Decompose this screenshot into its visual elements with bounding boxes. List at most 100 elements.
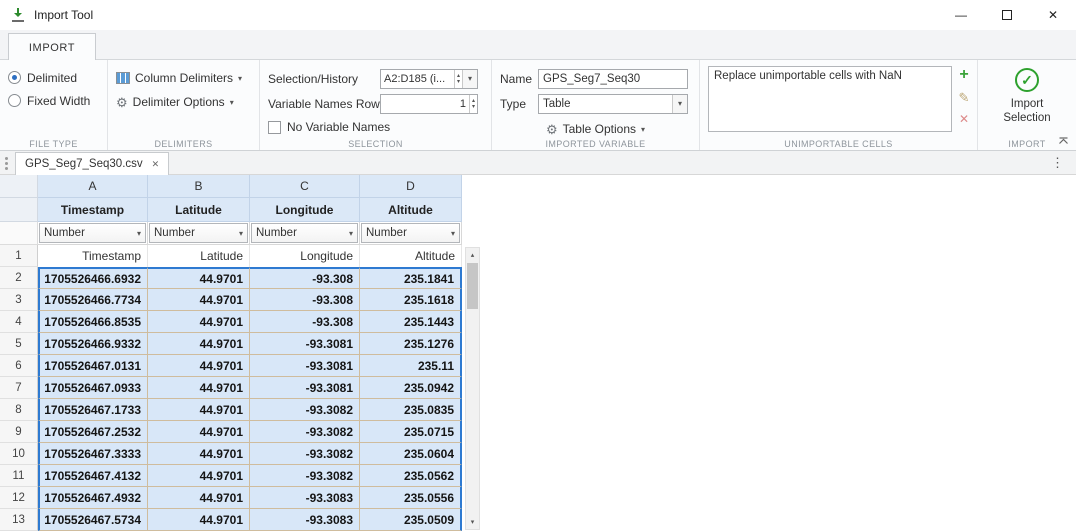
type-select-d[interactable]: Number▾ [360,222,462,245]
delete-rule-icon[interactable]: ✕ [959,113,969,125]
cell[interactable]: 1705526467.5734 [38,509,148,531]
cell[interactable]: 1705526467.4932 [38,487,148,509]
maximize-button[interactable] [984,0,1030,30]
variable-name-d[interactable]: Altitude [360,198,462,222]
cell[interactable]: 44.9701 [148,377,250,399]
column-header-a[interactable]: A [38,175,148,198]
type-select-c[interactable]: Number▾ [250,222,360,245]
cell[interactable]: 44.9701 [148,399,250,421]
row-number[interactable]: 8 [0,399,38,421]
tab-import[interactable]: IMPORT [8,33,96,61]
cell[interactable]: 1705526467.0131 [38,355,148,377]
row-number[interactable]: 4 [0,311,38,333]
type-select-control[interactable]: Number▾ [361,223,460,243]
unimportable-rule-item[interactable]: Replace unimportable cells with NaN [714,70,902,82]
scroll-up-icon[interactable]: ▴ [466,248,479,262]
cell[interactable]: 235.1443 [360,311,462,333]
cell[interactable]: 44.9701 [148,355,250,377]
column-delimiters-button[interactable]: Column Delimiters ▾ [116,66,251,90]
variable-name-b[interactable]: Latitude [148,198,250,222]
cell[interactable]: 1705526467.4132 [38,465,148,487]
cell[interactable]: 44.9701 [148,333,250,355]
cell[interactable]: 235.1618 [360,289,462,311]
cell[interactable]: 235.0835 [360,399,462,421]
panel-grip-icon[interactable] [5,157,8,160]
type-select-control[interactable]: Number▾ [39,223,146,243]
variable-names-row-input[interactable]: 1 ▴▾ [380,94,478,114]
cell[interactable]: -93.308 [250,267,360,289]
cell[interactable]: 235.0715 [360,421,462,443]
row-number[interactable]: 6 [0,355,38,377]
cell[interactable]: Latitude [148,245,250,267]
row-number[interactable]: 9 [0,421,38,443]
minimize-button[interactable]: — [938,0,984,30]
cell[interactable]: -93.308 [250,289,360,311]
collapse-ribbon-icon[interactable] [1058,136,1069,145]
cell[interactable]: -93.3083 [250,509,360,531]
cell[interactable]: 1705526467.0933 [38,377,148,399]
row-number[interactable]: 1 [0,245,38,267]
cell[interactable]: -93.3083 [250,487,360,509]
unimportable-rules-list[interactable]: Replace unimportable cells with NaN [708,66,952,132]
cell[interactable]: -93.308 [250,311,360,333]
type-select-control[interactable]: Number▾ [149,223,248,243]
cell[interactable]: 235.0604 [360,443,462,465]
table-options-button[interactable]: ⚙ Table Options ▾ [500,117,691,141]
cell[interactable]: -93.3082 [250,399,360,421]
cell[interactable]: 1705526466.6932 [38,267,148,289]
cell[interactable]: 1705526467.3333 [38,443,148,465]
cell[interactable]: 235.11 [360,355,462,377]
row-number[interactable]: 12 [0,487,38,509]
cell[interactable]: -93.3081 [250,377,360,399]
cell[interactable]: 44.9701 [148,311,250,333]
variable-name-a[interactable]: Timestamp [38,198,148,222]
overflow-menu-icon[interactable]: ⋮ [1051,155,1064,171]
cell[interactable]: 235.0509 [360,509,462,531]
cell[interactable]: 44.9701 [148,289,250,311]
cell[interactable]: -93.3082 [250,465,360,487]
cell[interactable]: 1705526466.8535 [38,311,148,333]
edit-rule-icon[interactable]: ✎ [959,91,970,104]
chevron-down-icon[interactable]: ▾ [462,70,477,88]
variable-name-input[interactable]: GPS_Seg7_Seq30 [538,69,688,89]
cell[interactable]: -93.3081 [250,333,360,355]
type-select-b[interactable]: Number▾ [148,222,250,245]
row-number[interactable]: 3 [0,289,38,311]
cell[interactable]: 1705526466.9332 [38,333,148,355]
cell[interactable]: 1705526467.2532 [38,421,148,443]
row-number[interactable]: 5 [0,333,38,355]
import-selection-button[interactable]: ✓ Import Selection [995,68,1059,125]
cell[interactable]: -93.3081 [250,355,360,377]
cell[interactable]: 235.1841 [360,267,462,289]
radio-fixed-width[interactable]: Fixed Width [8,89,99,112]
type-select-control[interactable]: Number▾ [251,223,358,243]
output-type-select[interactable]: Table ▾ [538,94,688,114]
cell[interactable]: 1705526467.1733 [38,399,148,421]
scroll-down-icon[interactable]: ▾ [466,515,479,529]
cell[interactable]: 235.0942 [360,377,462,399]
cell[interactable]: 235.0562 [360,465,462,487]
cell[interactable]: 235.0556 [360,487,462,509]
column-header-d[interactable]: D [360,175,462,198]
cell[interactable]: -93.3082 [250,421,360,443]
cell[interactable]: 44.9701 [148,487,250,509]
radio-delimited[interactable]: Delimited [8,66,99,89]
row-number[interactable]: 10 [0,443,38,465]
cell[interactable]: 44.9701 [148,421,250,443]
cell[interactable]: Longitude [250,245,360,267]
row-number[interactable]: 13 [0,509,38,531]
cell[interactable]: 1705526466.7734 [38,289,148,311]
spinner-icon[interactable]: ▴▾ [454,70,462,88]
vertical-scrollbar[interactable]: ▴ ▾ [465,247,480,530]
cell[interactable]: Timestamp [38,245,148,267]
scrollbar-thumb[interactable] [467,263,478,309]
column-header-b[interactable]: B [148,175,250,198]
cell[interactable]: 44.9701 [148,465,250,487]
document-tab[interactable]: GPS_Seg7_Seq30.csv ✕ [15,152,169,176]
selection-history-combo[interactable]: A2:D185 (i... ▴▾ ▾ [380,69,478,89]
cell[interactable]: -93.3082 [250,443,360,465]
grid-corner[interactable] [0,175,38,198]
cell[interactable]: 235.1276 [360,333,462,355]
row-number[interactable]: 11 [0,465,38,487]
cell[interactable]: 44.9701 [148,443,250,465]
